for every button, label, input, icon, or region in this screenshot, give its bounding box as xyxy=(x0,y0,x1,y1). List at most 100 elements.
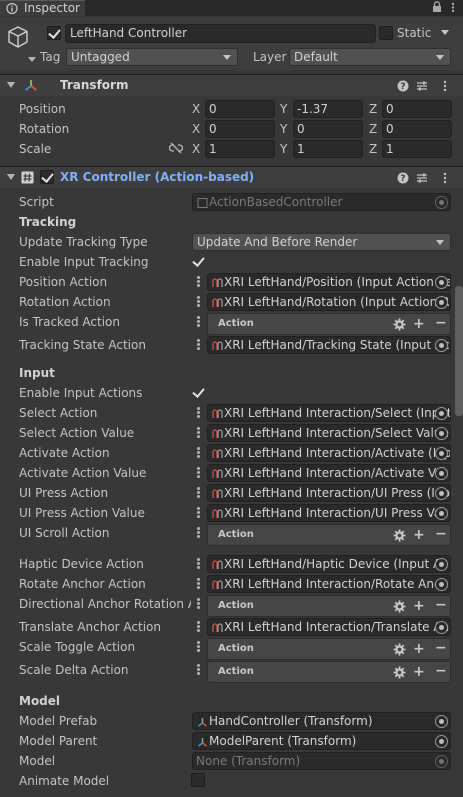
property-options-icon[interactable] xyxy=(197,427,201,439)
object-name-field[interactable]: LeftHand Controller xyxy=(65,24,376,43)
position-y-field[interactable]: -1.37 xyxy=(293,100,363,118)
gear-icon[interactable] xyxy=(393,600,406,613)
scale-z-axis-label[interactable]: Z xyxy=(369,142,377,156)
scale-z-field[interactable]: 1 xyxy=(382,140,452,158)
add-binding-plus-icon[interactable]: + xyxy=(413,598,425,614)
rotation-x-axis-label[interactable]: X xyxy=(192,122,200,136)
object-picker-icon[interactable] xyxy=(435,276,448,289)
property-options-icon[interactable] xyxy=(197,641,201,653)
translate-anchor-action-field[interactable]: XRI LeftHand Interaction/Translate An xyxy=(207,618,451,636)
ui-press-action-field[interactable]: XRI LeftHand Interaction/UI Press (Inp xyxy=(207,484,451,502)
property-options-icon[interactable] xyxy=(197,467,201,479)
scale-x-field[interactable]: 1 xyxy=(205,140,275,158)
scale-y-field[interactable]: 1 xyxy=(293,140,363,158)
object-picker-icon[interactable] xyxy=(435,715,448,728)
object-picker-icon[interactable] xyxy=(435,296,448,309)
remove-binding-minus-icon[interactable]: − xyxy=(435,640,447,656)
object-picker-icon[interactable] xyxy=(435,467,448,480)
select-action-value-field[interactable]: XRI LeftHand Interaction/Select Value xyxy=(207,424,451,442)
enable-input-actions-checkbox[interactable] xyxy=(191,385,205,399)
active-toggle[interactable] xyxy=(47,26,61,40)
property-options-icon[interactable] xyxy=(197,621,201,633)
property-options-icon[interactable] xyxy=(197,664,201,676)
tracking-state-action-field[interactable]: XRI LeftHand/Tracking State (Input Ac xyxy=(207,336,451,354)
property-options-icon[interactable] xyxy=(197,316,201,328)
add-binding-plus-icon[interactable]: + xyxy=(413,527,425,543)
animate-model-checkbox[interactable] xyxy=(191,773,205,787)
position-x-axis-label[interactable]: X xyxy=(192,102,200,116)
transform-header[interactable]: Transform ? xyxy=(0,74,463,96)
unlink-constraint-icon[interactable] xyxy=(169,142,183,154)
tag-dropdown[interactable]: Untagged xyxy=(66,48,238,66)
xr-controller-enabled-toggle[interactable] xyxy=(40,170,54,184)
property-options-icon[interactable] xyxy=(197,527,201,539)
object-picker-icon[interactable] xyxy=(435,427,448,440)
position-x-field[interactable]: 0 xyxy=(205,100,275,118)
object-picker-icon[interactable] xyxy=(435,578,448,591)
xr-controller-header[interactable]: XR Controller (Action-based) ? xyxy=(0,166,463,188)
help-icon[interactable]: ? xyxy=(397,80,409,92)
add-binding-plus-icon[interactable]: + xyxy=(413,664,425,680)
kebab-menu-icon[interactable] xyxy=(448,2,458,13)
gear-icon[interactable] xyxy=(393,666,406,679)
property-options-icon[interactable] xyxy=(197,296,201,308)
scale-y-axis-label[interactable]: Y xyxy=(280,142,287,156)
gear-icon[interactable] xyxy=(393,318,406,331)
object-picker-icon[interactable] xyxy=(435,487,448,500)
haptic-device-action-field[interactable]: XRI LeftHand/Haptic Device (Input Ac xyxy=(207,555,451,573)
rotation-z-field[interactable]: 0 xyxy=(382,120,452,138)
rotation-y-field[interactable]: 0 xyxy=(293,120,363,138)
fold-arrow-icon[interactable] xyxy=(7,82,15,88)
presets-sliders-icon[interactable] xyxy=(416,172,428,184)
rotate-anchor-action-field[interactable]: XRI LeftHand Interaction/Rotate Anch xyxy=(207,575,451,593)
add-binding-plus-icon[interactable]: + xyxy=(413,316,425,332)
rotation-x-field[interactable]: 0 xyxy=(205,120,275,138)
property-options-icon[interactable] xyxy=(197,578,201,590)
lock-icon[interactable] xyxy=(432,1,442,13)
model-prefab-field[interactable]: HandController (Transform) xyxy=(192,712,451,730)
property-options-icon[interactable] xyxy=(197,407,201,419)
position-z-axis-label[interactable]: Z xyxy=(369,102,377,116)
remove-binding-minus-icon[interactable]: − xyxy=(435,663,447,679)
fold-arrow-icon[interactable] xyxy=(7,174,15,180)
tab-inspector[interactable]: Inspector xyxy=(0,0,85,16)
property-options-icon[interactable] xyxy=(197,276,201,288)
remove-binding-minus-icon[interactable]: − xyxy=(435,526,447,542)
object-picker-icon[interactable] xyxy=(435,407,448,420)
object-picker-icon[interactable] xyxy=(435,621,448,634)
component-menu-icon[interactable] xyxy=(439,172,451,184)
rotation-z-axis-label[interactable]: Z xyxy=(369,122,377,136)
property-options-icon[interactable] xyxy=(197,339,201,351)
model-parent-field[interactable]: ModelParent (Transform) xyxy=(192,732,451,750)
object-picker-icon[interactable] xyxy=(435,558,448,571)
rotation-action-field[interactable]: XRI LeftHand/Rotation (Input Action R xyxy=(207,293,451,311)
help-icon[interactable]: ? xyxy=(397,172,409,184)
object-picker-icon[interactable] xyxy=(435,735,448,748)
gameobject-cube-icon[interactable] xyxy=(6,25,30,49)
ui-press-action-value-field[interactable]: XRI LeftHand Interaction/UI Press Val xyxy=(207,504,451,522)
position-y-axis-label[interactable]: Y xyxy=(280,102,287,116)
remove-binding-minus-icon[interactable]: − xyxy=(435,597,447,613)
scale-x-axis-label[interactable]: X xyxy=(192,142,200,156)
add-binding-plus-icon[interactable]: + xyxy=(413,641,425,657)
rotation-y-axis-label[interactable]: Y xyxy=(280,122,287,136)
presets-sliders-icon[interactable] xyxy=(416,80,428,92)
object-picker-icon[interactable] xyxy=(435,447,448,460)
gear-icon[interactable] xyxy=(393,643,406,656)
property-options-icon[interactable] xyxy=(197,598,201,610)
layer-dropdown[interactable]: Default xyxy=(289,48,451,66)
activate-action-field[interactable]: XRI LeftHand Interaction/Activate (Inp xyxy=(207,444,451,462)
select-action-field[interactable]: XRI LeftHand Interaction/Select (Input xyxy=(207,404,451,422)
icon-dropdown-chevron-icon[interactable] xyxy=(28,57,36,63)
object-picker-icon[interactable] xyxy=(435,339,448,352)
property-options-icon[interactable] xyxy=(197,507,201,519)
activate-action-value-field[interactable]: XRI LeftHand Interaction/Activate Val xyxy=(207,464,451,482)
gear-icon[interactable] xyxy=(393,529,406,542)
position-action-field[interactable]: XRI LeftHand/Position (Input Action Re xyxy=(207,273,451,291)
property-options-icon[interactable] xyxy=(197,447,201,459)
property-options-icon[interactable] xyxy=(197,487,201,499)
static-dropdown-icon[interactable] xyxy=(441,30,449,36)
position-z-field[interactable]: 0 xyxy=(382,100,452,118)
component-menu-icon[interactable] xyxy=(439,80,451,92)
object-picker-icon[interactable] xyxy=(435,507,448,520)
